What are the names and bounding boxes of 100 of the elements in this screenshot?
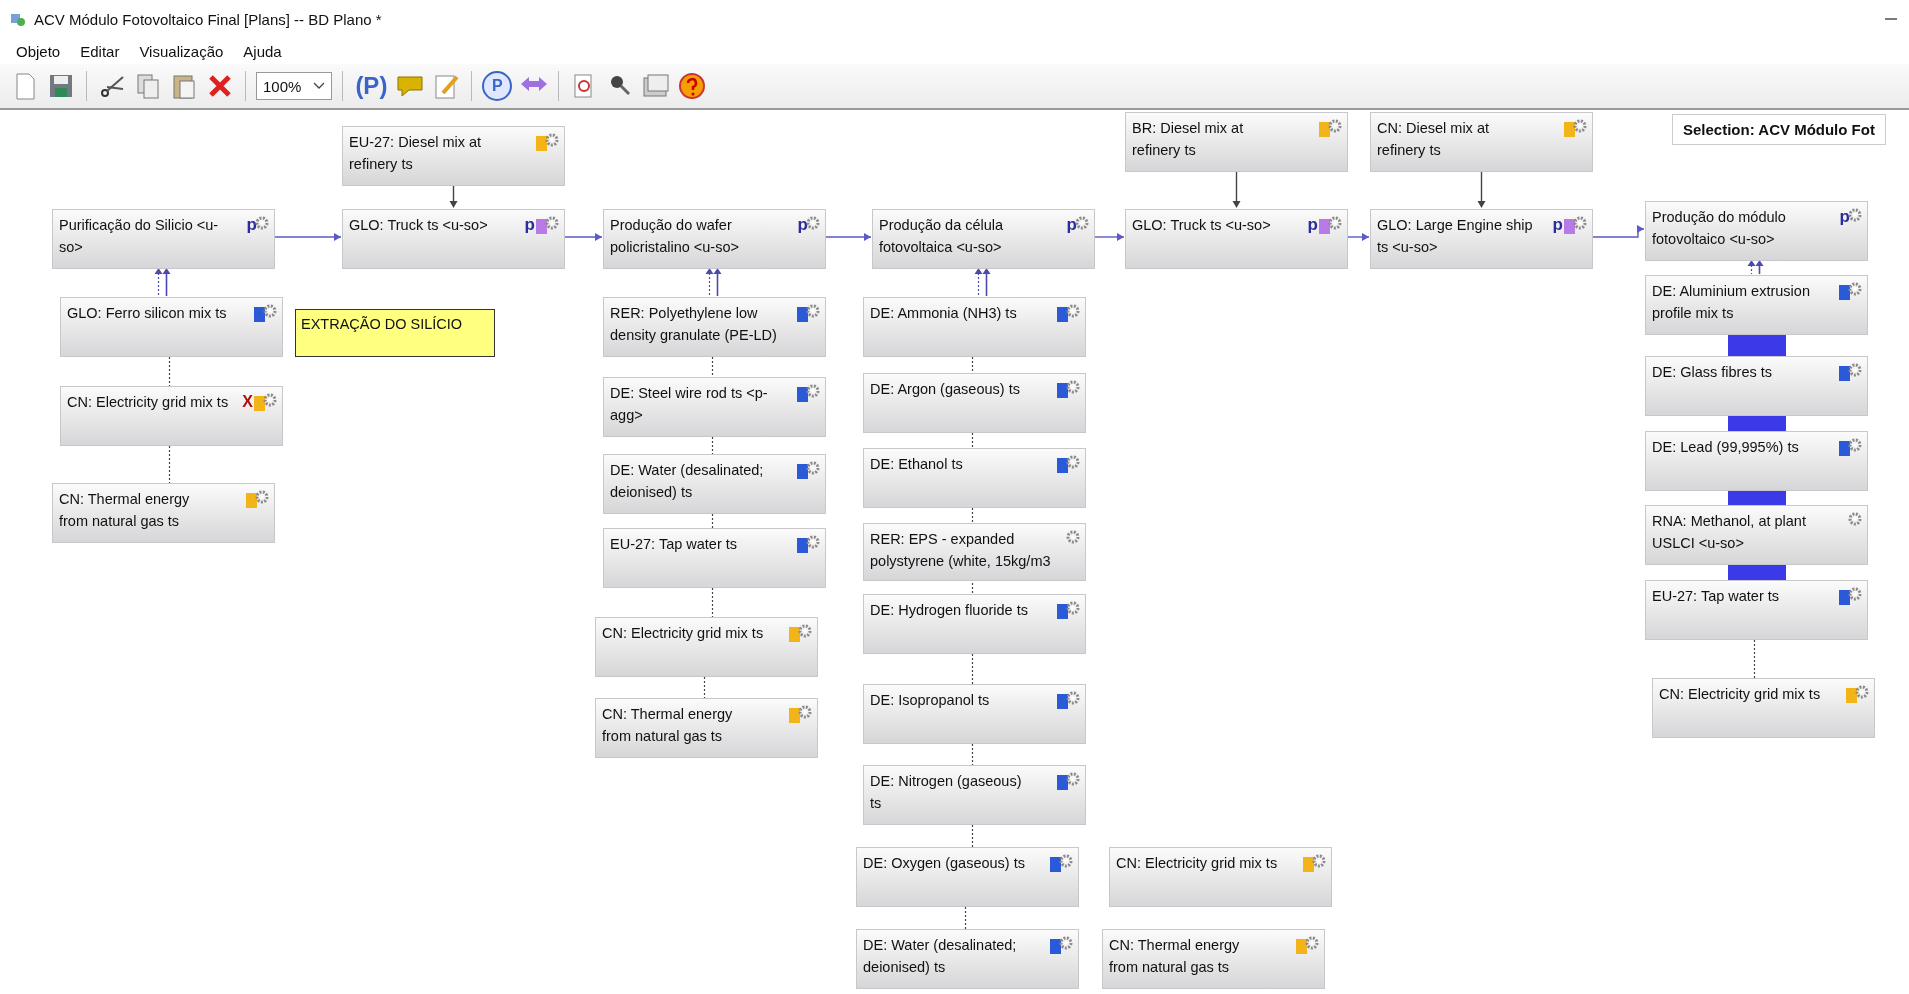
connector-line [971, 743, 974, 766]
plan-label: p [1307, 216, 1318, 234]
node-label: Purificação do Silicio <u-so> [59, 217, 219, 255]
node-label: RER: Polyethylene low density granulate (PE-LD) [610, 305, 777, 343]
process-node[interactable]: RER: EPS - expanded polystyrene (white, 15kg/m3 [863, 523, 1086, 581]
connector-arrow [154, 268, 171, 297]
node-label: DE: Ethanol ts [870, 456, 963, 472]
process-node[interactable]: DE: Aluminium extrusion profile mix ts [1645, 275, 1868, 335]
connector-line [971, 356, 974, 374]
connector-line [711, 356, 714, 378]
process-node[interactable]: RER: Polyethylene low density granulate (PE-LD) [603, 297, 826, 357]
node-label: DE: Nitrogen (gaseous) ts [870, 773, 1022, 811]
process-node[interactable]: CN: Electricity grid mix ts [1652, 678, 1875, 738]
gear-icon [1066, 691, 1080, 705]
process-node[interactable]: DE: Hydrogen fluoride ts [863, 594, 1086, 654]
node-label: EU-27: Tap water ts [610, 536, 738, 552]
gear-icon [1855, 685, 1869, 699]
node-label: DE: Water (desalinated; deionised) ts [610, 462, 764, 500]
connector-arrow [1477, 169, 1486, 208]
gear-icon [1573, 119, 1587, 133]
parameter-button[interactable]: P [482, 71, 513, 101]
process-node[interactable]: DE: Water (desalinated; deionised) ts [603, 454, 826, 514]
connector-line [971, 653, 974, 685]
gear-icon [1328, 119, 1342, 133]
process-node[interactable]: CN: Thermal energy from natural gas ts [1102, 929, 1325, 989]
process-node[interactable]: EU-27: Tap water ts [1645, 580, 1868, 640]
gear-icon [806, 535, 820, 549]
connector-arrow [1094, 233, 1125, 241]
process-node[interactable]: DE: Nitrogen (gaseous) ts [863, 765, 1086, 825]
process-node[interactable]: Produção do wafer policristalino <u-so> p [603, 209, 826, 269]
node-label: CN: Thermal energy from natural gas ts [59, 491, 190, 529]
plan-label: p [1066, 216, 1077, 234]
process-node[interactable]: Produção do módulo fotovoltaico <u-so> p [1645, 201, 1868, 261]
node-label: GLO: Truck ts <u-so> [349, 217, 488, 233]
gear-icon [1075, 216, 1089, 230]
gear-icon [1848, 363, 1862, 377]
process-node[interactable]: EU-27: Tap water ts [603, 528, 826, 588]
process-node[interactable]: RNA: Methanol, at plant USLCI <u-so> [1645, 505, 1868, 565]
gear-icon [806, 384, 820, 398]
error-mark: X [242, 393, 253, 411]
connector-line [971, 582, 974, 595]
node-label: CN: Diesel mix at refinery ts [1377, 120, 1489, 158]
plan-label: p [524, 216, 535, 234]
process-node[interactable]: DE: Ethanol ts [863, 448, 1086, 508]
node-label: GLO: Ferro silicon mix ts [67, 305, 227, 321]
connector-line [964, 906, 967, 930]
gear-icon [1066, 380, 1080, 394]
sticky-note: EXTRAÇÃO DO SILÍCIO [295, 309, 495, 357]
process-node[interactable]: DE: Glass fibres ts [1645, 356, 1868, 416]
process-node[interactable]: CN: Electricity grid mix ts X [60, 386, 283, 446]
connector-arrow [974, 268, 991, 297]
process-node[interactable]: DE: Water (desalinated; deionised) ts [856, 929, 1079, 989]
process-node[interactable]: CN: Electricity grid mix ts [1109, 847, 1332, 907]
process-node[interactable]: GLO: Ferro silicon mix ts [60, 297, 283, 357]
connector-arrow [825, 233, 872, 241]
process-node[interactable]: DE: Lead (99,995%) ts [1645, 431, 1868, 491]
gear-icon [798, 624, 812, 638]
node-label: DE: Isopropanol ts [870, 692, 990, 708]
help-icon[interactable] [677, 71, 708, 101]
process-node[interactable]: BR: Diesel mix at refinery ts [1125, 112, 1348, 172]
menu-item[interactable]: Visualização [131, 40, 232, 62]
connector-arrow [274, 233, 342, 241]
plan-label: p [246, 216, 257, 234]
process-node[interactable]: GLO: Truck ts <u-so> p [342, 209, 565, 269]
process-node[interactable]: CN: Thermal energy from natural gas ts [595, 698, 818, 758]
node-label: BR: Diesel mix at refinery ts [1132, 120, 1244, 158]
process-node[interactable]: DE: Ammonia (NH3) ts [863, 297, 1086, 357]
menu-item[interactable]: Editar [72, 40, 128, 62]
process-node[interactable]: DE: Isopropanol ts [863, 684, 1086, 744]
app-icon [10, 11, 26, 27]
menu-item[interactable]: Ajuda [235, 40, 290, 62]
link-bar [1728, 416, 1786, 431]
gear-icon [263, 393, 277, 407]
process-node[interactable]: GLO: Truck ts <u-so> p [1125, 209, 1348, 269]
process-node[interactable]: DE: Oxygen (gaseous) ts [856, 847, 1079, 907]
process-node[interactable]: CN: Thermal energy from natural gas ts [52, 483, 275, 543]
process-node[interactable]: GLO: Large Engine ship ts <u-so> p [1370, 209, 1593, 269]
process-node[interactable]: DE: Steel wire rod ts <p-agg> [603, 377, 826, 437]
process-node[interactable]: CN: Electricity grid mix ts [595, 617, 818, 677]
node-label: EU-27: Tap water ts [1652, 588, 1780, 604]
node-label: CN: Thermal energy from natural gas ts [602, 706, 733, 744]
gear-icon [545, 216, 559, 230]
menu-item[interactable]: Objeto [8, 40, 69, 62]
plan-button[interactable]: (P) [353, 72, 390, 100]
node-label: CN: Electricity grid mix ts [1116, 855, 1278, 871]
gear-icon [1573, 216, 1587, 230]
connector-line [703, 676, 706, 699]
connector-line [971, 432, 974, 449]
zoom-dropdown[interactable]: 100% [256, 72, 333, 100]
process-node[interactable]: CN: Diesel mix at refinery ts [1370, 112, 1593, 172]
gear-icon [263, 304, 277, 318]
process-node[interactable]: Purificação do Silicio <u-so> p [52, 209, 275, 269]
connector-arrow [1347, 233, 1370, 241]
process-node[interactable]: EU-27: Diesel mix at refinery ts [342, 126, 565, 186]
node-label: RER: EPS - expanded polystyrene (white, 15kg/m3 [870, 531, 1051, 569]
node-label: CN: Electricity grid mix ts [67, 394, 229, 410]
connector-line [711, 436, 714, 455]
process-node[interactable]: Produção da célula fotovoltaica <u-so> p [872, 209, 1095, 269]
process-node[interactable]: DE: Argon (gaseous) ts [863, 373, 1086, 433]
gear-icon [1328, 216, 1342, 230]
